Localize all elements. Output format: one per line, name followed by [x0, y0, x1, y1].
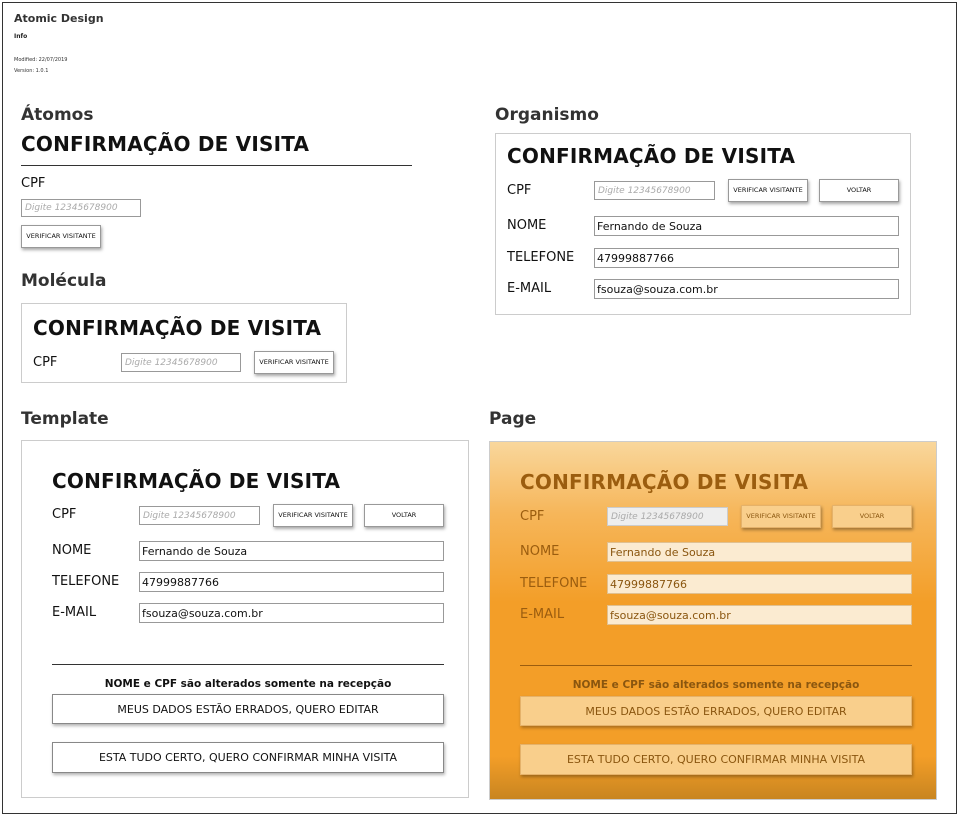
page-back-button[interactable]: VOLTAR	[832, 505, 912, 528]
page-cpf-input[interactable]: Digite 12345678900	[607, 507, 728, 526]
template-name-field[interactable]: Fernando de Souza	[139, 541, 444, 561]
doc-info-label: Info	[14, 33, 28, 40]
molecule-verify-button[interactable]: VERIFICAR VISITANTE	[254, 351, 334, 374]
organism-email-label: E-MAIL	[507, 281, 552, 296]
page-email-field[interactable]: fsouza@souza.com.br	[607, 605, 912, 625]
page-phone-field[interactable]: 47999887766	[607, 574, 912, 594]
organism-phone-label: TELEFONE	[507, 250, 575, 265]
template-verify-button[interactable]: VERIFICAR VISITANTE	[273, 504, 353, 527]
atom-heading: CONFIRMAÇÃO DE VISITA	[21, 132, 310, 156]
template-heading: CONFIRMAÇÃO DE VISITA	[52, 469, 341, 493]
atom-cpf-input[interactable]: Digite 12345678900	[21, 199, 141, 217]
page-divider	[520, 665, 912, 666]
template-confirm-button[interactable]: ESTA TUDO CERTO, QUERO CONFIRMAR MINHA V…	[52, 742, 444, 773]
template-cpf-input[interactable]: Digite 12345678900	[139, 506, 260, 525]
doc-title: Atomic Design	[14, 12, 104, 25]
page-edit-button[interactable]: MEUS DADOS ESTÃO ERRADOS, QUERO EDITAR	[520, 696, 912, 726]
atom-cpf-label: CPF	[21, 176, 46, 191]
organism-heading: CONFIRMAÇÃO DE VISITA	[507, 144, 796, 168]
section-title-molecula: Molécula	[21, 271, 107, 291]
template-phone-field[interactable]: 47999887766	[139, 572, 444, 592]
page-name-field[interactable]: Fernando de Souza	[607, 542, 912, 562]
page-heading: CONFIRMAÇÃO DE VISITA	[520, 470, 809, 494]
atom-verify-button[interactable]: VERIFICAR VISITANTE	[21, 225, 101, 248]
organism-cpf-label: CPF	[507, 183, 532, 198]
organism-name-field[interactable]: Fernando de Souza	[594, 216, 899, 236]
page-note: NOME e CPF são alterados somente na rece…	[572, 679, 860, 691]
doc-modified: Modified: 22/07/2019	[14, 57, 68, 63]
page-verify-button[interactable]: VERIFICAR VISITANTE	[741, 505, 821, 528]
organism-name-label: NOME	[507, 218, 547, 233]
molecule-cpf-label: CPF	[33, 355, 58, 370]
page-confirm-button[interactable]: ESTA TUDO CERTO, QUERO CONFIRMAR MINHA V…	[520, 744, 912, 775]
template-name-label: NOME	[52, 543, 92, 558]
section-title-page: Page	[489, 409, 537, 429]
template-back-button[interactable]: VOLTAR	[364, 504, 444, 527]
page-name-label: NOME	[520, 544, 560, 559]
page-cpf-label: CPF	[520, 509, 545, 524]
template-note: NOME e CPF são alterados somente na rece…	[104, 678, 392, 690]
molecule-cpf-input[interactable]: Digite 12345678900	[121, 353, 241, 372]
section-title-organismo: Organismo	[495, 105, 599, 125]
template-email-label: E-MAIL	[52, 605, 97, 620]
organism-email-field[interactable]: fsouza@souza.com.br	[594, 279, 899, 299]
organism-phone-field[interactable]: 47999887766	[594, 248, 899, 268]
template-cpf-label: CPF	[52, 507, 77, 522]
page-phone-label: TELEFONE	[520, 576, 588, 591]
organism-cpf-input[interactable]: Digite 12345678900	[594, 181, 715, 200]
template-phone-label: TELEFONE	[52, 574, 120, 589]
template-edit-button[interactable]: MEUS DADOS ESTÃO ERRADOS, QUERO EDITAR	[52, 694, 444, 724]
molecule-heading: CONFIRMAÇÃO DE VISITA	[33, 316, 322, 340]
template-email-field[interactable]: fsouza@souza.com.br	[139, 603, 444, 623]
section-title-template: Template	[21, 409, 109, 429]
atom-divider	[21, 165, 412, 166]
section-title-atomos: Átomos	[21, 105, 94, 125]
doc-version: Version: 1.0.1	[14, 68, 49, 74]
template-divider	[52, 664, 444, 665]
page-email-label: E-MAIL	[520, 607, 565, 622]
organism-back-button[interactable]: VOLTAR	[819, 179, 899, 202]
organism-verify-button[interactable]: VERIFICAR VISITANTE	[728, 179, 808, 202]
